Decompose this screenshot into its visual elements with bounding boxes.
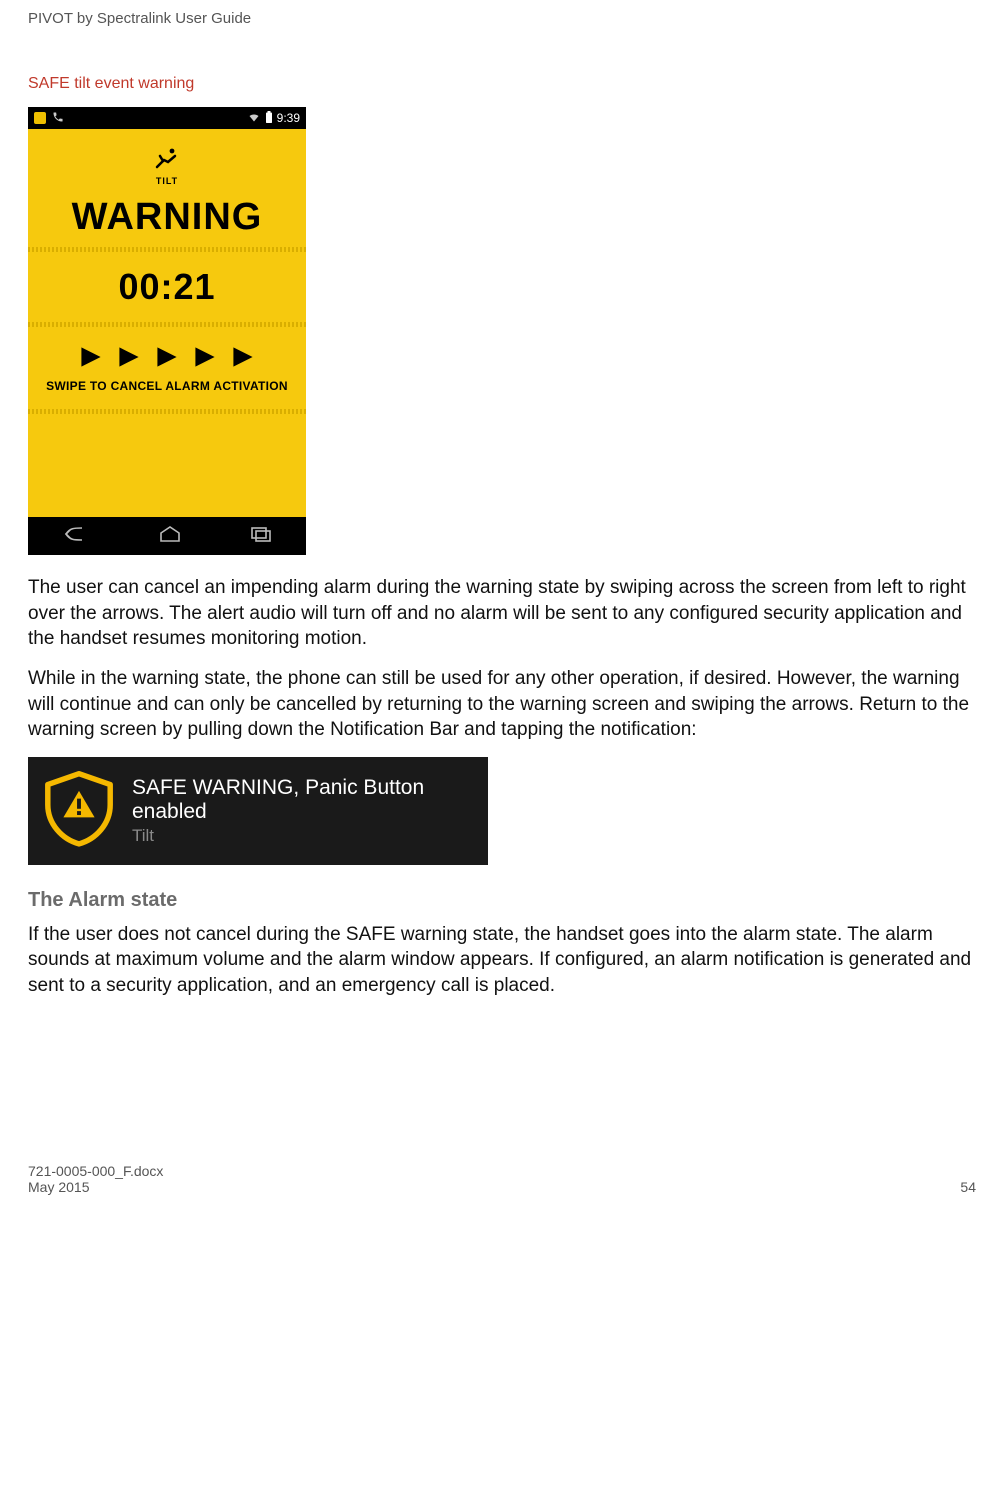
call-icon xyxy=(52,111,64,126)
phone-screenshot: 9:39 TILT WARNING 00:21 xyxy=(28,107,306,555)
footer-doc-file: 721-0005-000_F.docx xyxy=(28,1163,163,1179)
android-nav-bar xyxy=(28,517,306,555)
home-icon[interactable] xyxy=(158,525,182,548)
body-paragraph: The user can cancel an impending alarm d… xyxy=(28,575,976,652)
countdown-timer: 00:21 xyxy=(118,252,215,322)
notification-subtitle: Tilt xyxy=(132,826,476,846)
battery-icon xyxy=(265,111,273,126)
android-status-bar: 9:39 xyxy=(28,107,306,129)
swipe-arrows[interactable] xyxy=(78,327,256,379)
document-header: PIVOT by Spectralink User Guide xyxy=(28,10,976,27)
swipe-instruction: SWIPE TO CANCEL ALARM ACTIVATION xyxy=(46,379,288,393)
notification-screenshot: SAFE WARNING, Panic Button enabled Tilt xyxy=(28,757,488,865)
warning-heading: WARNING xyxy=(72,196,263,239)
footer-page-number: 54 xyxy=(960,1179,976,1195)
tilt-label: TILT xyxy=(156,176,178,186)
footer-date: May 2015 xyxy=(28,1179,163,1195)
notification-title: SAFE WARNING, Panic Button enabled xyxy=(132,776,476,824)
section-divider xyxy=(28,409,306,414)
figure-caption: SAFE tilt event warning xyxy=(28,75,976,93)
warning-screen: TILT WARNING 00:21 SWIPE TO CANCEL ALARM… xyxy=(28,129,306,517)
status-time: 9:39 xyxy=(277,111,300,125)
tilt-icon xyxy=(154,147,180,174)
wifi-icon xyxy=(247,111,261,126)
notification-icon xyxy=(34,112,46,124)
recent-icon[interactable] xyxy=(250,526,272,547)
page-footer: 721-0005-000_F.docx May 2015 54 xyxy=(0,1033,1004,1201)
shield-warning-icon xyxy=(40,769,118,852)
back-icon[interactable] xyxy=(62,525,90,548)
section-heading-alarm-state: The Alarm state xyxy=(28,889,976,912)
body-paragraph: While in the warning state, the phone ca… xyxy=(28,666,976,743)
body-paragraph: If the user does not cancel during the S… xyxy=(28,922,976,999)
